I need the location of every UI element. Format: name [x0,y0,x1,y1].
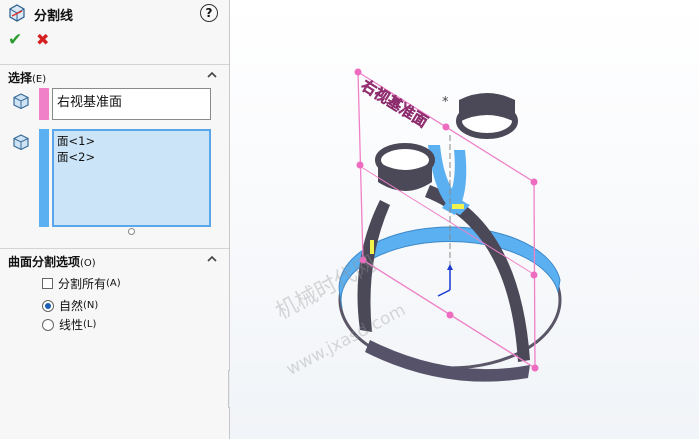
chevron-up-icon[interactable] [207,254,217,264]
natural-label: 自然 [59,299,84,313]
linear-label: 线性 [59,318,84,332]
radio-unselected[interactable] [42,318,54,331]
options-group-header[interactable]: 曲面分割选项(O) [0,248,229,271]
origin-asterisk: * [442,95,449,110]
options-shortcut: (O) [80,258,96,269]
split-line-yellow-2 [370,240,374,254]
options-group-title: 曲面分割选项(O) [8,255,96,269]
split-all-shortcut: (A) [106,278,121,289]
split-all-label: 分割所有 [58,277,107,291]
list-item[interactable]: 面<2> [57,149,206,165]
list-item[interactable]: 面<1> [57,133,206,149]
natural-shortcut: (N) [83,300,99,311]
radio-selected[interactable] [42,299,54,312]
checkbox-box[interactable] [42,278,53,289]
triad-x-icon [437,289,451,297]
plane-color-swatch [39,88,49,120]
feature-title: 分割线 [34,9,74,24]
split-all-checkbox[interactable]: 分割所有 (A) [42,275,121,292]
chevron-up-icon[interactable] [207,70,217,80]
selection-group-header[interactable]: 选择(E) [0,64,229,87]
rib-bottom[interactable] [365,340,530,382]
selection-group-title: 选择(E) [8,71,47,85]
plane-label: 右视基准面 [358,76,431,131]
face-selection-list[interactable]: 面<1> 面<2> [52,129,211,227]
natural-radio[interactable]: 自然 (N) [42,297,98,314]
plane-selection-icon [13,93,29,110]
face-selection-icon [13,134,29,151]
linear-shortcut: (L) [83,319,97,330]
plane-selection-field[interactable]: 右视基准面 [52,88,211,120]
linear-radio[interactable]: 线性 (L) [42,316,96,333]
split-line-yellow [452,204,464,209]
list-resize-handle[interactable] [128,228,135,235]
graphics-viewport[interactable]: 右视基准面 * 机械时代网 www.jxasd.com [230,0,699,439]
selection-shortcut: (E) [32,74,47,85]
ok-check-icon[interactable]: ✔ [8,30,22,50]
rib-right[interactable] [425,185,530,362]
help-icon[interactable]: ? [200,4,218,22]
panel-header: 分割线 ? [0,0,229,26]
cancel-x-icon[interactable]: ✖ [36,30,49,49]
property-manager-panel: 分割线 ? ✔ ✖ 选择(E) 右视基准面 面<1> 面<2> 曲面分割选项(O… [0,0,230,439]
split-line-icon [9,4,25,22]
face-color-swatch [39,129,49,227]
